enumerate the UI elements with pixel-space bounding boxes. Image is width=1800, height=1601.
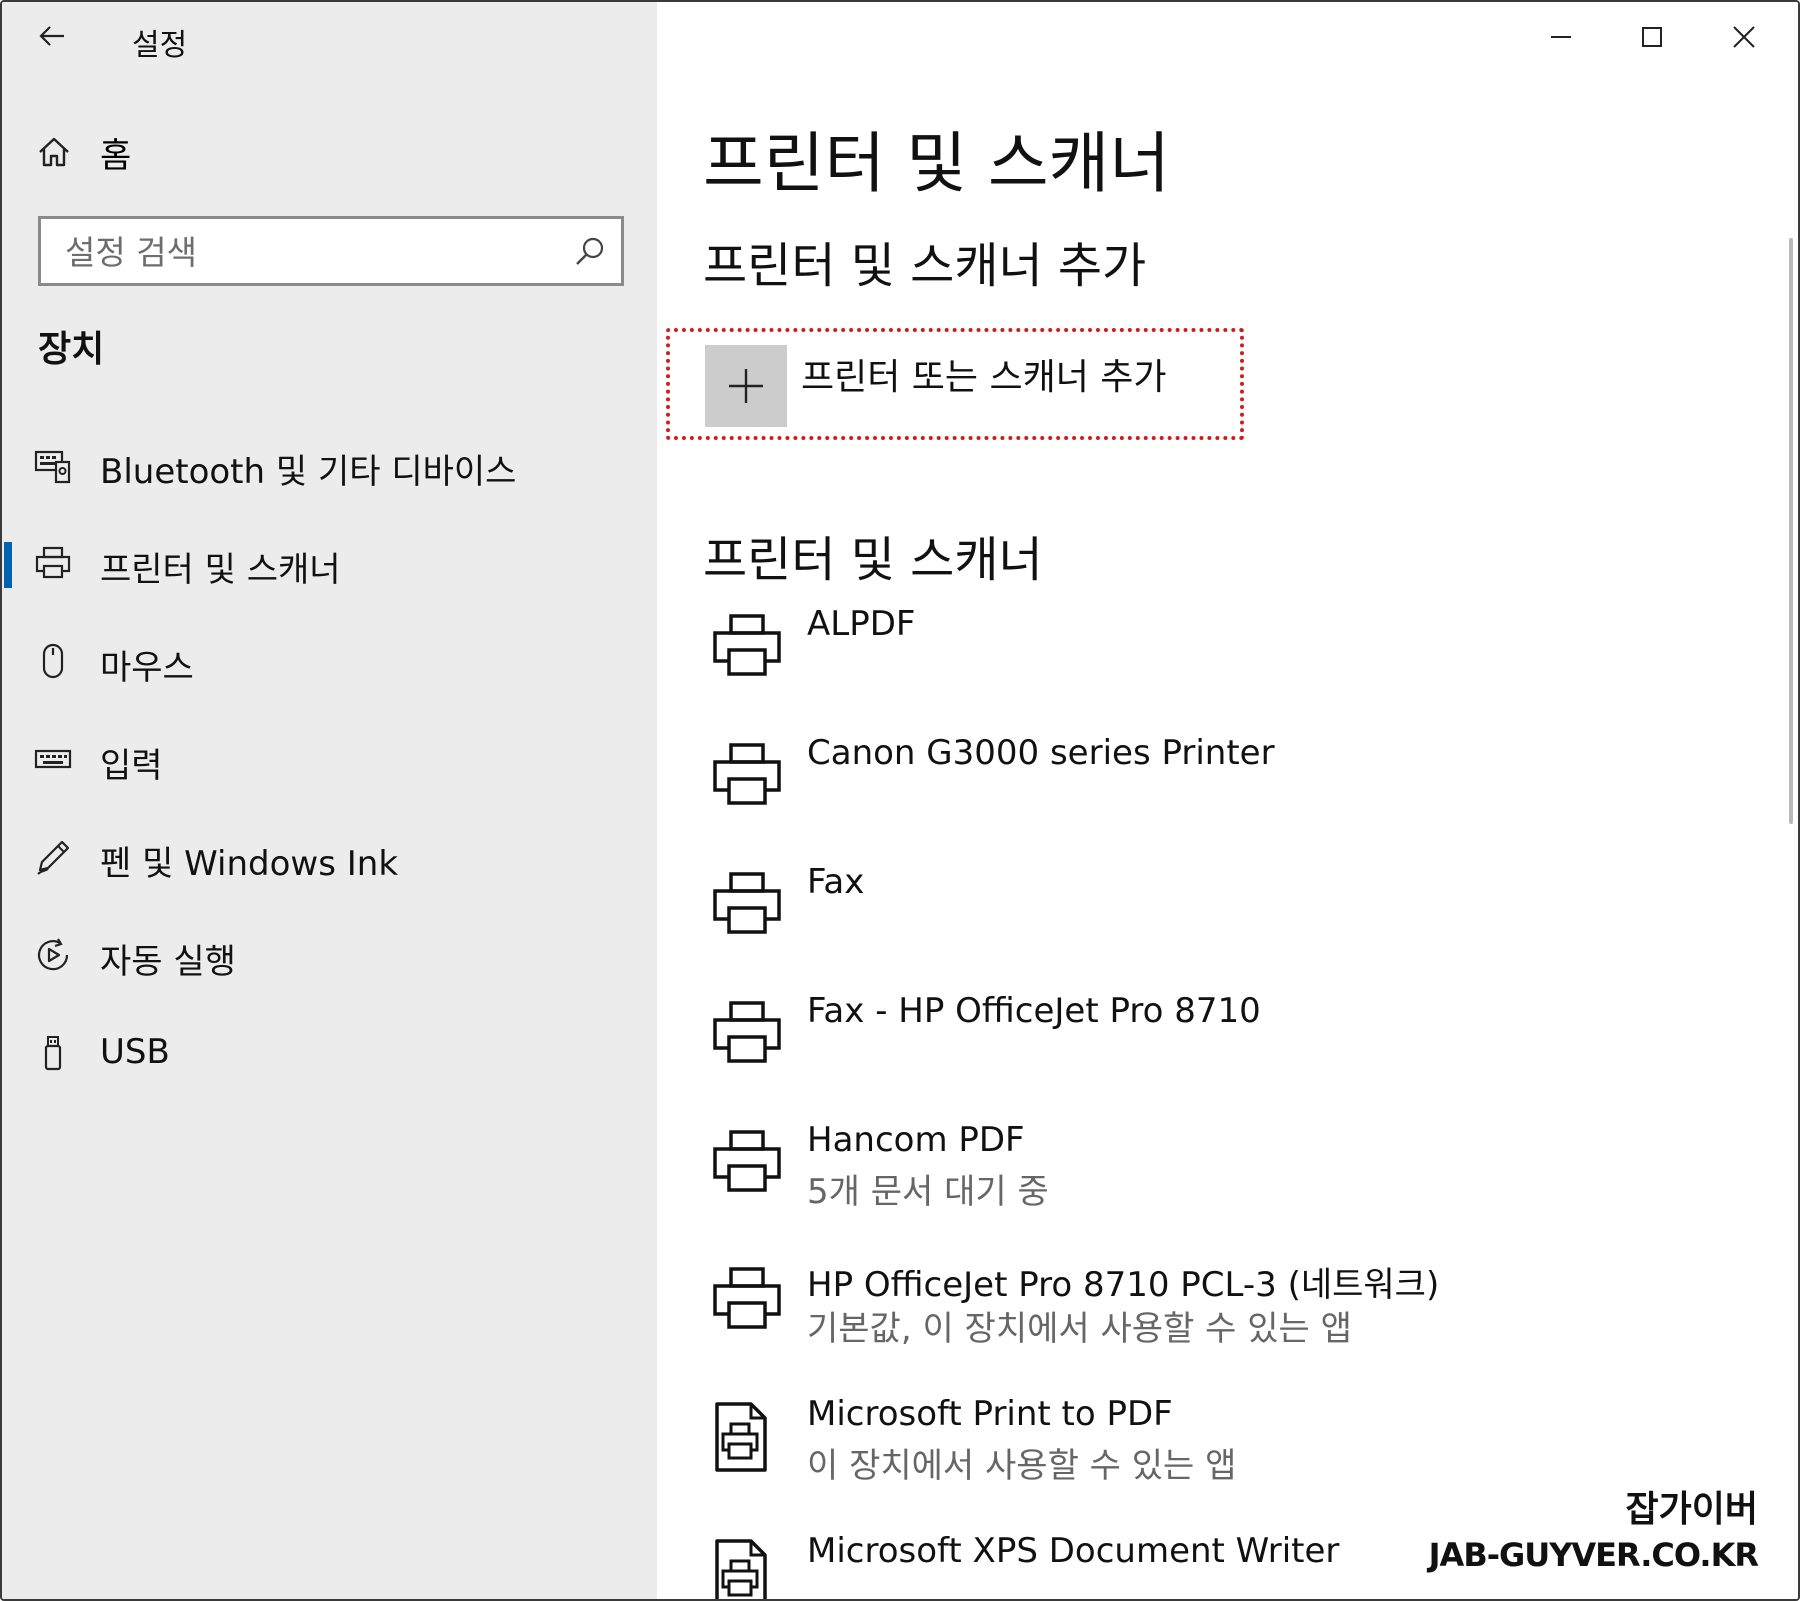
printer-name: Microsoft Print to PDF — [807, 1394, 1173, 1434]
printer-icon — [713, 1001, 781, 1063]
minimize-icon — [1551, 36, 1571, 38]
printer-icon — [713, 614, 781, 676]
printer-name: Canon G3000 series Printer — [807, 733, 1275, 773]
printer-name: Fax — [807, 862, 865, 902]
minimize-button[interactable] — [1514, 2, 1606, 72]
search-input[interactable] — [63, 227, 567, 277]
printer-item-hp-pcl3[interactable]: HP OfficeJet Pro 8710 PCL-3 (네트워크) 기본값, … — [703, 1245, 1703, 1365]
window-controls — [1502, 2, 1798, 72]
sidebar-item-bluetooth[interactable]: Bluetooth 및 기타 디바이스 — [2, 422, 657, 506]
printer-status: 이 장치에서 사용할 수 있는 앱 — [807, 1446, 1237, 1486]
printer-item-hancom[interactable]: Hancom PDF 5개 문서 대기 중 — [703, 1108, 1703, 1228]
watermark: 잡가이버 JAB-GUYVER.CO.KR — [1428, 1480, 1759, 1574]
sidebar-item-label: 홈 — [100, 136, 132, 176]
sidebar-item-autoplay[interactable]: 자동 실행 — [2, 912, 657, 996]
search-icon[interactable] — [573, 235, 607, 269]
printer-status: 기본값, 이 장치에서 사용할 수 있는 앱 — [807, 1309, 1352, 1349]
printers-section-title: 프린터 및 스캐너 — [703, 532, 1043, 588]
usb-icon — [44, 1036, 62, 1071]
sidebar-item-printers[interactable]: 프린터 및 스캐너 — [2, 520, 657, 604]
pen-icon — [37, 840, 70, 875]
back-arrow-icon — [39, 26, 64, 46]
home-icon — [39, 137, 69, 167]
printer-name: HP OfficeJet Pro 8710 PCL-3 (네트워크) — [807, 1265, 1440, 1305]
sidebar-item-typing[interactable]: 입력 — [2, 716, 657, 800]
watermark-line2: JAB-GUYVER.CO.KR — [1428, 1536, 1759, 1574]
maximize-icon — [1642, 27, 1662, 47]
sidebar: 설정 홈 장치 Blu — [2, 2, 657, 1599]
printer-item-fax[interactable]: Fax — [703, 850, 1703, 970]
bluetooth-devices-icon — [34, 450, 71, 484]
printer-item-canon[interactable]: Canon G3000 series Printer — [703, 721, 1703, 841]
add-printer-button[interactable]: 프린터 또는 스캐너 추가 — [705, 342, 1225, 427]
printer-icon — [713, 1130, 781, 1192]
add-section-title: 프린터 및 스캐너 추가 — [703, 238, 1147, 294]
page-title: 프린터 및 스캐너 — [703, 125, 1170, 202]
printer-name: ALPDF — [807, 604, 916, 644]
add-printer-label: 프린터 또는 스캐너 추가 — [801, 357, 1167, 398]
sidebar-item-usb[interactable]: USB — [2, 1010, 657, 1094]
search-box[interactable] — [38, 216, 624, 286]
sidebar-item-label: 마우스 — [100, 648, 194, 688]
settings-window: 설정 홈 장치 Blu — [0, 0, 1800, 1601]
printer-name: Hancom PDF — [807, 1120, 1025, 1160]
content-pane: 프린터 및 스캐너 프린터 및 스캐너 추가 프린터 또는 스캐너 추가 프린터… — [657, 2, 1798, 1599]
sidebar-item-pen[interactable]: 펜 및 Windows Ink — [2, 814, 657, 898]
close-icon — [1733, 26, 1755, 48]
printer-status: 5개 문서 대기 중 — [807, 1172, 1049, 1212]
printer-name: Microsoft XPS Document Writer — [807, 1531, 1340, 1571]
printer-icon — [713, 872, 781, 934]
scrollbar[interactable] — [1789, 238, 1793, 824]
sidebar-item-label: 자동 실행 — [100, 942, 236, 982]
sidebar-item-label: Bluetooth 및 기타 디바이스 — [100, 452, 517, 492]
printer-item-alpdf[interactable]: ALPDF — [703, 592, 1703, 712]
watermark-line1: 잡가이버 — [1625, 1489, 1758, 1530]
section-title: 장치 — [38, 329, 105, 370]
sidebar-item-label: USB — [100, 1032, 170, 1072]
plus-icon — [729, 369, 763, 403]
document-printer-icon — [715, 1402, 767, 1472]
close-button[interactable] — [1698, 2, 1790, 72]
back-button[interactable] — [28, 12, 76, 60]
keyboard-icon — [34, 749, 72, 769]
mouse-icon — [42, 643, 64, 679]
printer-item-fax-hp[interactable]: Fax - HP OfficeJet Pro 8710 — [703, 979, 1703, 1099]
printer-icon — [713, 743, 781, 805]
printer-icon — [713, 1267, 781, 1329]
printer-name: Fax - HP OfficeJet Pro 8710 — [807, 991, 1261, 1031]
add-tile — [705, 345, 787, 427]
window-title: 설정 — [132, 28, 188, 63]
sidebar-item-label: 프린터 및 스캐너 — [100, 550, 341, 590]
sidebar-item-label: 입력 — [100, 746, 163, 786]
printer-icon — [35, 546, 71, 579]
maximize-button[interactable] — [1606, 2, 1698, 72]
autoplay-icon — [37, 938, 69, 971]
sidebar-item-label: 펜 및 Windows Ink — [100, 844, 399, 884]
document-printer-icon — [715, 1539, 767, 1599]
sidebar-item-home[interactable]: 홈 — [2, 120, 657, 184]
sidebar-item-mouse[interactable]: 마우스 — [2, 618, 657, 702]
